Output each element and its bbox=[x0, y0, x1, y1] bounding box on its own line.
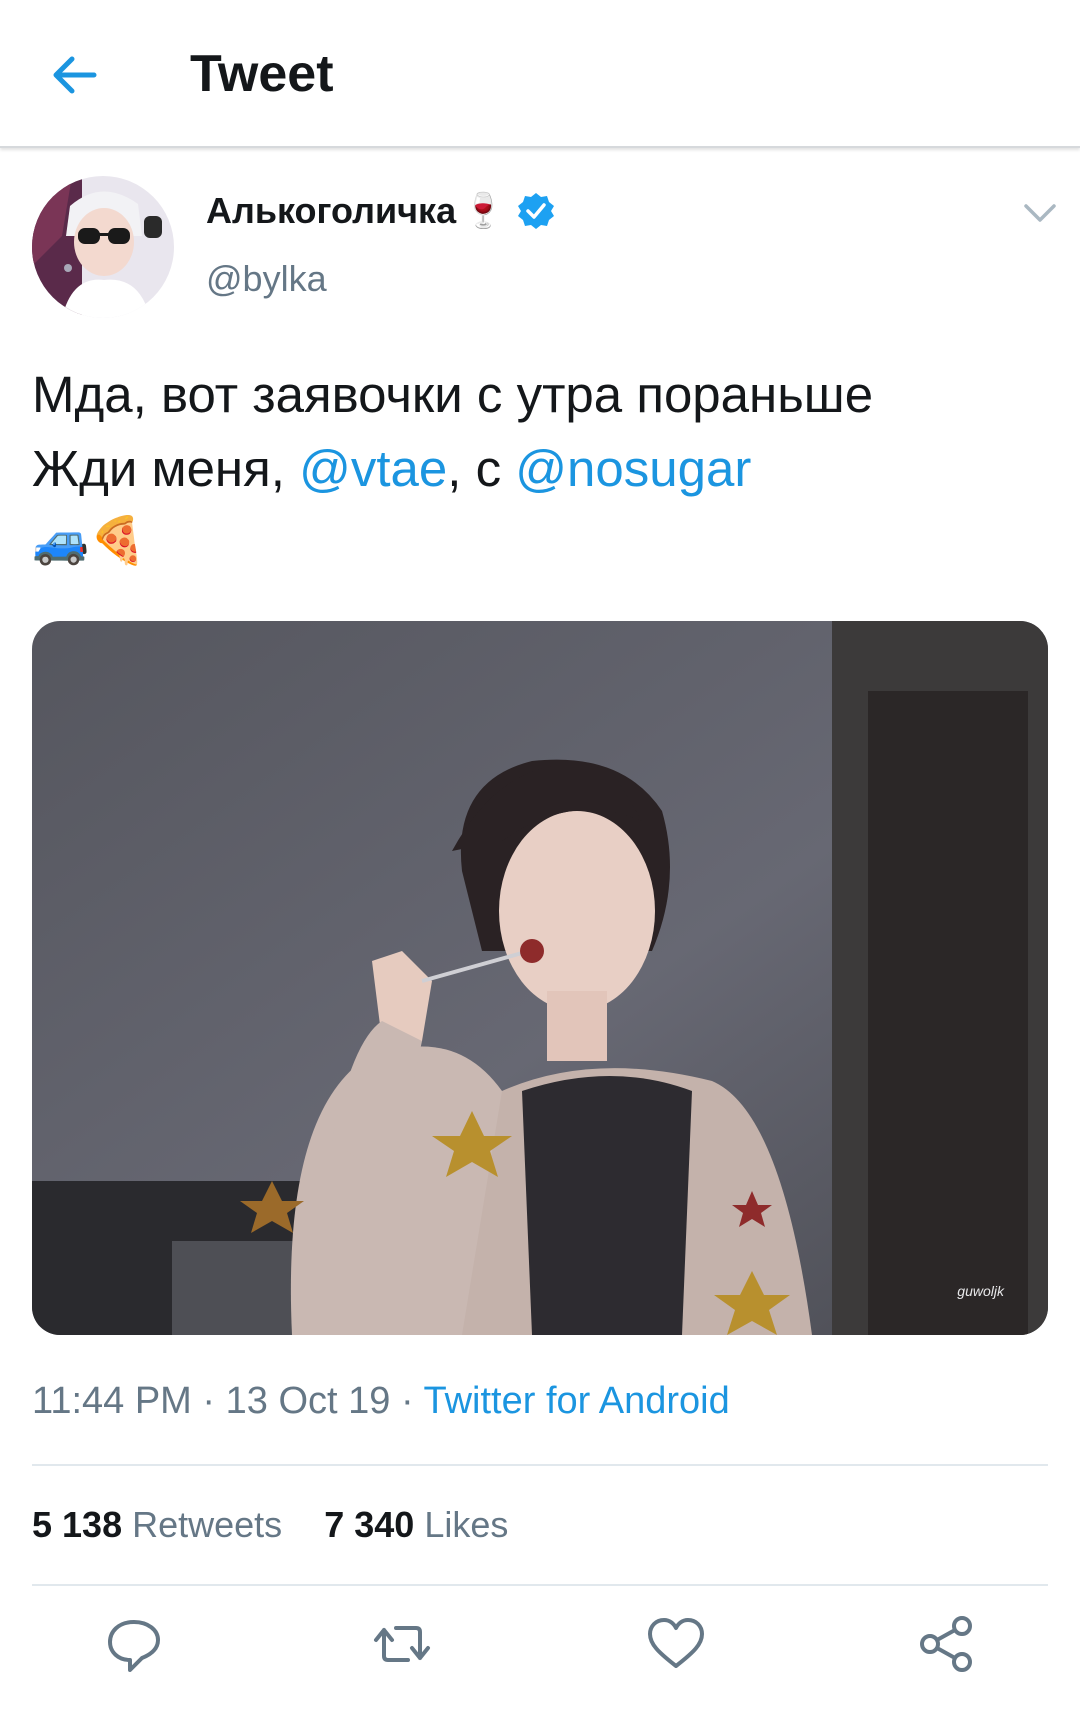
tweet-source-link[interactable]: Twitter for Android bbox=[423, 1380, 729, 1422]
divider bbox=[32, 1464, 1048, 1466]
reply-icon[interactable] bbox=[102, 1612, 166, 1676]
action-bar bbox=[0, 1612, 1080, 1682]
likes-label: Likes bbox=[424, 1504, 509, 1545]
separator: · bbox=[191, 1380, 226, 1422]
wine-glass-icon: 🍷 bbox=[462, 192, 505, 230]
emoji-line: 🚙🍕 bbox=[32, 514, 147, 566]
retweets-label: Retweets bbox=[132, 1504, 283, 1545]
mention-link-nosugar[interactable]: @nosugar bbox=[515, 440, 751, 497]
tweet-meta: 11:44 PM · 13 Oct 19 · Twitter for Andro… bbox=[32, 1380, 730, 1423]
mention-link-vtae[interactable]: @vtae bbox=[299, 440, 447, 497]
like-icon[interactable] bbox=[644, 1612, 708, 1676]
top-bar: Tweet bbox=[0, 0, 1080, 148]
chevron-down-icon[interactable] bbox=[1020, 198, 1060, 228]
tweet-time: 11:44 PM bbox=[32, 1380, 192, 1422]
display-name: Алькоголичка bbox=[206, 190, 457, 231]
tweet-text: Мда, вот заявочки с утра пораньше Жди ме… bbox=[32, 358, 1052, 570]
retweet-icon[interactable] bbox=[370, 1612, 434, 1676]
page-title: Tweet bbox=[190, 45, 334, 103]
share-icon[interactable] bbox=[914, 1612, 978, 1676]
author-handle[interactable]: @bylka bbox=[206, 258, 327, 300]
separator: · bbox=[390, 1380, 424, 1422]
likes-stat[interactable]: 7 340 Likes bbox=[324, 1504, 508, 1545]
tweet-line-1: Мда, вот заявочки с утра пораньше bbox=[32, 366, 874, 423]
verified-badge-icon bbox=[518, 193, 555, 229]
tweet-date: 13 Oct 19 bbox=[225, 1380, 391, 1422]
divider bbox=[32, 1584, 1048, 1586]
arrow-left-icon[interactable] bbox=[48, 49, 100, 101]
text-segment: Жди меня, bbox=[32, 440, 300, 497]
likes-count: 7 340 bbox=[324, 1504, 415, 1545]
tweet-stats: 5 138 Retweets 7 340 Likes bbox=[32, 1504, 540, 1546]
text-segment: , с bbox=[447, 440, 516, 497]
avatar[interactable] bbox=[32, 176, 174, 318]
photo-watermark: guwoljk bbox=[957, 1283, 1004, 1299]
retweets-stat[interactable]: 5 138 Retweets bbox=[32, 1504, 282, 1545]
tweet-photo[interactable]: guwoljk bbox=[32, 621, 1048, 1335]
retweets-count: 5 138 bbox=[32, 1504, 123, 1545]
author-name[interactable]: Алькоголичка 🍷 bbox=[206, 190, 556, 232]
tweet-line-2: Жди меня, @vtae, с @nosugar bbox=[32, 432, 1052, 506]
